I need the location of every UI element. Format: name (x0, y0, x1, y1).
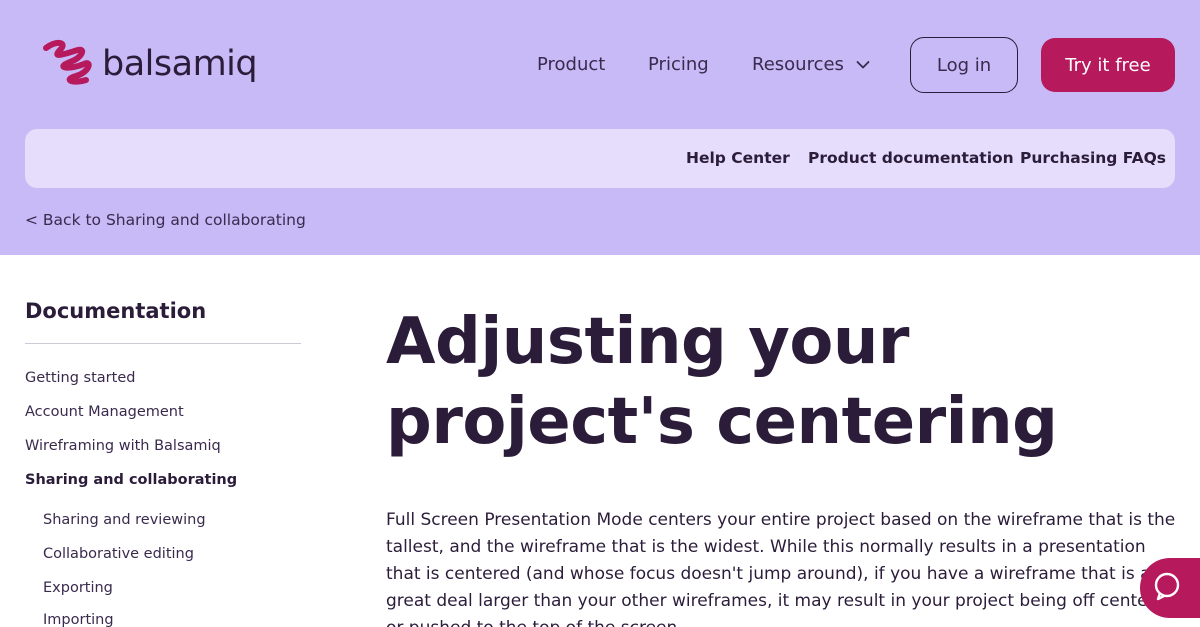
sidebar-item-account-management[interactable]: Account Management (25, 404, 184, 420)
nav-resources-label: Resources (752, 54, 844, 75)
login-button[interactable]: Log in (910, 37, 1018, 93)
back-link[interactable]: < Back to Sharing and collaborating (25, 211, 306, 229)
nav-resources[interactable]: Resources (752, 54, 870, 75)
sidebar-item-sharing-collaborating[interactable]: Sharing and collaborating (25, 472, 237, 488)
subnav-purchasing-faqs[interactable]: Purchasing FAQs (1020, 149, 1166, 167)
chat-help-icon (1152, 571, 1182, 605)
sidebar-subitem-sharing-reviewing[interactable]: Sharing and reviewing (43, 512, 206, 528)
brand-name: balsamiq (102, 43, 258, 84)
intro-paragraph: Full Screen Presentation Mode centers yo… (386, 510, 1176, 627)
subnav-help-center[interactable]: Help Center (686, 149, 790, 167)
sidebar-subitem-exporting[interactable]: Exporting (43, 580, 113, 596)
squiggle-logo-icon (40, 38, 92, 90)
help-chat-button[interactable] (1140, 558, 1200, 618)
sidebar-divider (25, 343, 301, 344)
sidebar-title: Documentation (25, 299, 207, 323)
nav-pricing[interactable]: Pricing (648, 54, 709, 75)
subnav-product-documentation[interactable]: Product documentation (808, 149, 1014, 167)
chevron-down-icon (844, 54, 870, 75)
help-subnav: Help Center Product documentation Purcha… (25, 129, 1175, 188)
sidebar-item-wireframing[interactable]: Wireframing with Balsamiq (25, 438, 221, 454)
sidebar-subitem-importing[interactable]: Importing (43, 612, 114, 627)
nav-product[interactable]: Product (537, 54, 605, 75)
sidebar-item-getting-started[interactable]: Getting started (25, 370, 135, 386)
sidebar-subitem-collaborative-editing[interactable]: Collaborative editing (43, 546, 194, 562)
page-title: Adjusting your project's centering (386, 305, 1058, 459)
try-free-button[interactable]: Try it free (1041, 38, 1175, 92)
balsamiq-logo[interactable]: balsamiq (40, 38, 258, 90)
